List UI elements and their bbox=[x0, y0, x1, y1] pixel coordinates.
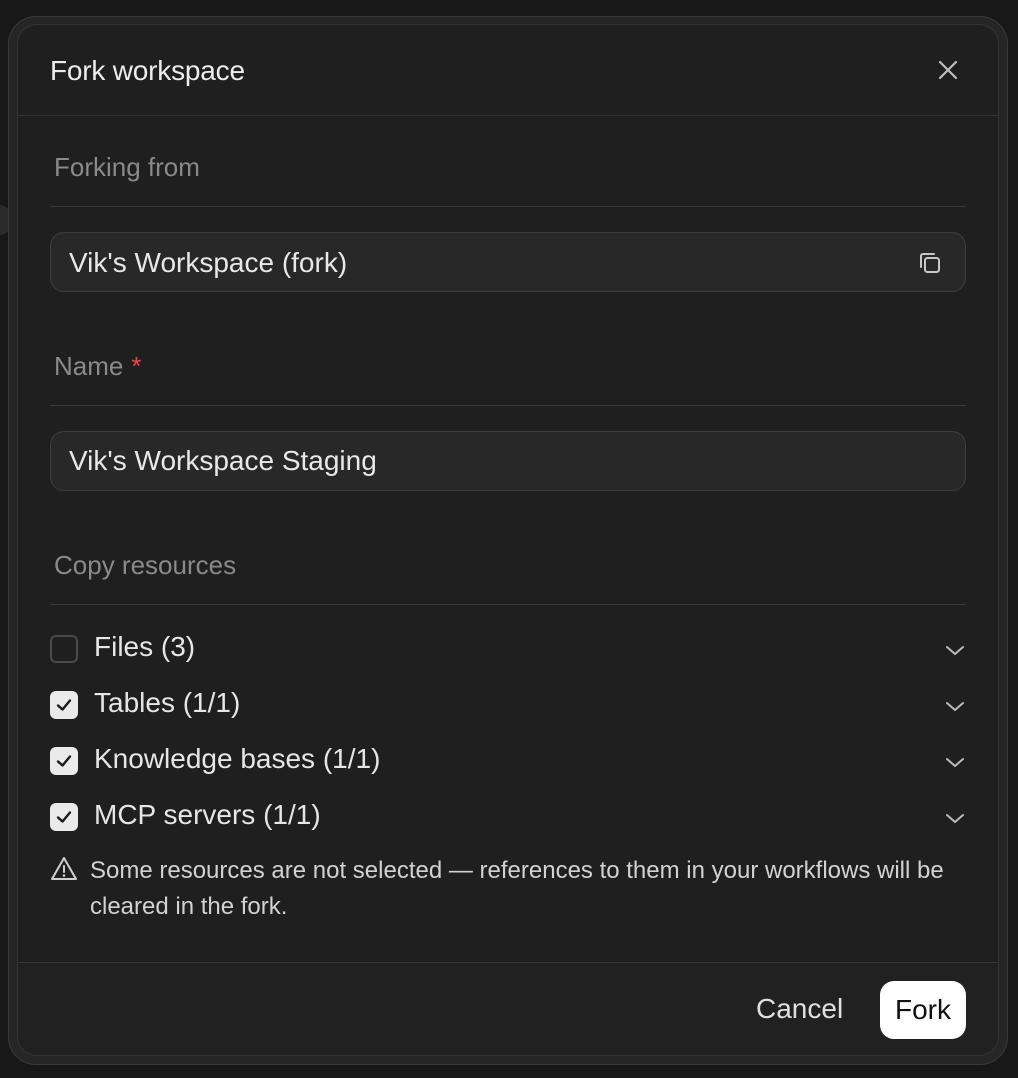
resource-row-files[interactable]: Files (3) bbox=[50, 629, 966, 669]
forking-from-value: Vik's Workspace (fork) bbox=[69, 247, 348, 278]
copy-button[interactable] bbox=[917, 250, 943, 276]
check-icon bbox=[56, 755, 72, 767]
dialog-footer: Cancel Fork bbox=[18, 962, 998, 1055]
warning-text: Some resources are not selected — refere… bbox=[90, 857, 944, 920]
check-icon bbox=[56, 811, 72, 823]
cancel-button[interactable]: Cancel bbox=[756, 993, 843, 1025]
chevron-down-icon[interactable] bbox=[944, 639, 966, 661]
copy-icon bbox=[920, 253, 940, 273]
resource-row-knowledge-bases[interactable]: Knowledge bases (1/1) bbox=[50, 741, 966, 781]
resource-row-tables[interactable]: Tables (1/1) bbox=[50, 685, 966, 725]
resource-label: Tables (1/1) bbox=[94, 687, 241, 718]
fork-button[interactable]: Fork bbox=[880, 981, 966, 1039]
dialog-title: Fork workspace bbox=[50, 55, 245, 86]
copy-resources-label: Copy resources bbox=[54, 550, 237, 580]
name-label: Name * bbox=[54, 351, 141, 382]
check-icon bbox=[56, 699, 72, 711]
divider bbox=[50, 604, 966, 605]
divider bbox=[50, 405, 966, 406]
tables-checkbox[interactable] bbox=[50, 691, 78, 719]
required-indicator: * bbox=[131, 351, 142, 381]
forking-from-label: Forking from bbox=[54, 152, 200, 182]
fork-workspace-dialog: Fork workspace Forking from Vik's Worksp… bbox=[17, 24, 999, 1056]
name-field[interactable] bbox=[50, 431, 966, 491]
resource-label: MCP servers (1/1) bbox=[94, 799, 321, 830]
chevron-down-icon[interactable] bbox=[944, 695, 966, 717]
divider bbox=[50, 206, 966, 207]
forking-from-field: Vik's Workspace (fork) bbox=[50, 232, 966, 292]
close-icon bbox=[938, 60, 958, 80]
mcp-servers-checkbox[interactable] bbox=[50, 803, 78, 831]
resource-label: Files (3) bbox=[94, 631, 196, 662]
files-checkbox[interactable] bbox=[50, 635, 78, 663]
dialog-header: Fork workspace bbox=[18, 25, 998, 116]
name-input[interactable] bbox=[51, 432, 965, 490]
resource-row-mcp-servers[interactable]: MCP servers (1/1) bbox=[50, 797, 966, 837]
name-label-text: Name bbox=[54, 351, 124, 381]
resource-label: Knowledge bases (1/1) bbox=[94, 743, 381, 774]
close-button[interactable] bbox=[936, 58, 960, 82]
chevron-down-icon[interactable] bbox=[944, 751, 966, 773]
warning-icon bbox=[51, 857, 77, 880]
chevron-down-icon[interactable] bbox=[944, 807, 966, 829]
knowledge-bases-checkbox[interactable] bbox=[50, 747, 78, 775]
